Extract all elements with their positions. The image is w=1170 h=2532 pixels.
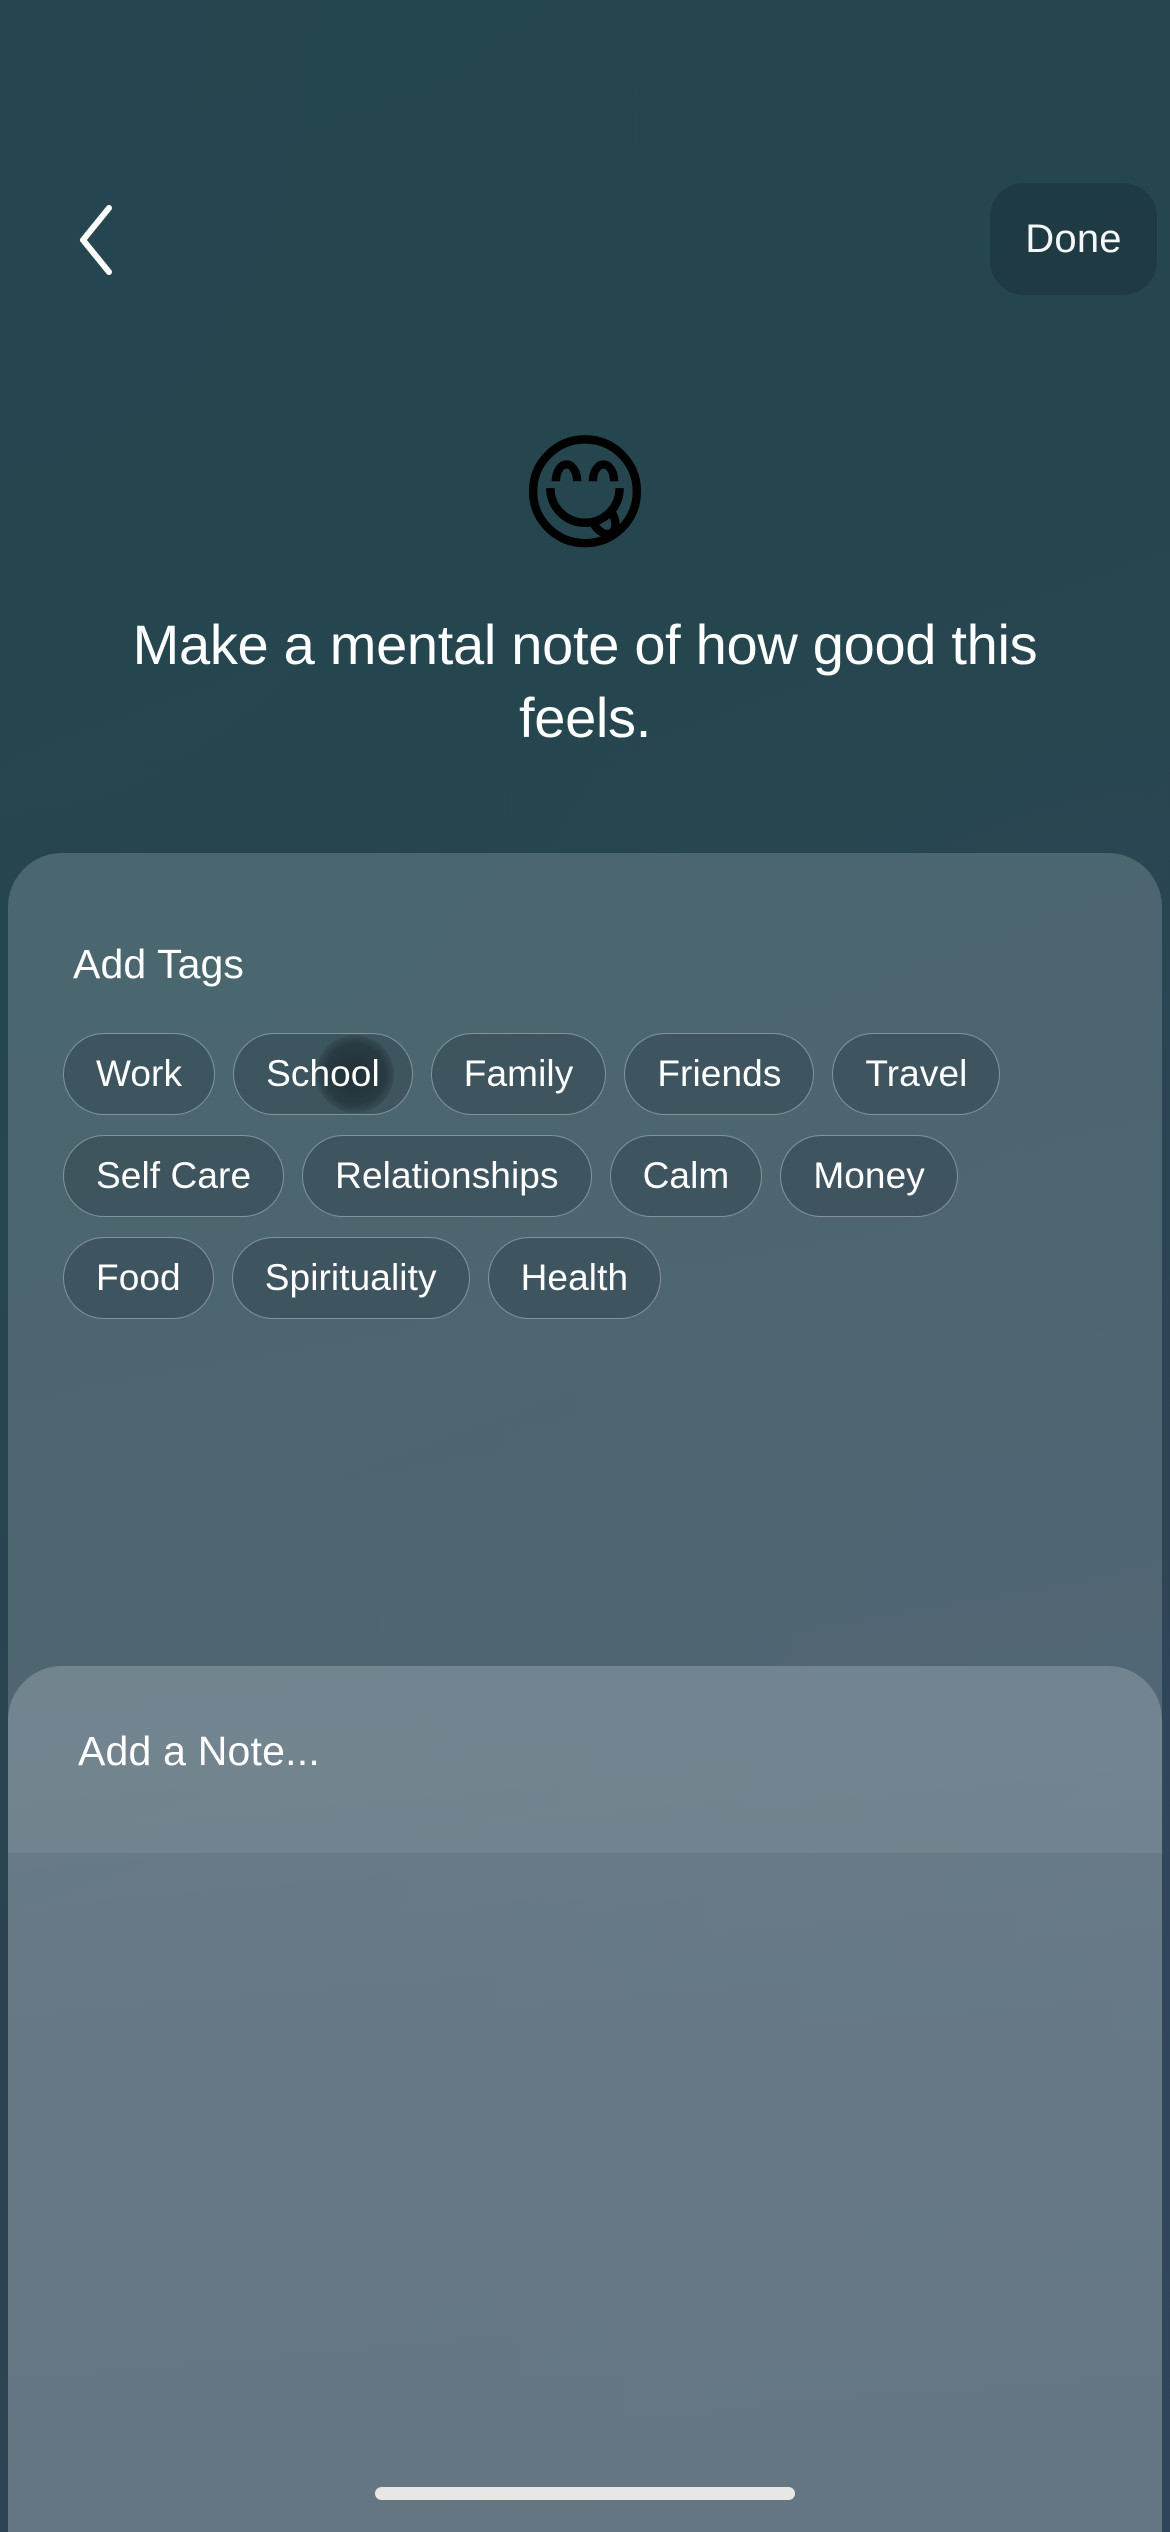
tag-chip-label: Calm: [642, 1155, 730, 1196]
done-button-label: Done: [1025, 216, 1122, 261]
face-savoring-food-emoji: 😋: [518, 420, 652, 569]
tag-chip-label: Health: [520, 1257, 629, 1298]
tag-chip-label: Spirituality: [264, 1257, 437, 1298]
tag-chip-relationships[interactable]: Relationships: [302, 1135, 592, 1217]
add-tags-heading: Add Tags: [73, 941, 245, 987]
navigation-header: Done: [0, 175, 1170, 305]
add-note-card[interactable]: Add a Note...: [8, 1666, 1162, 2532]
tag-chip-friends[interactable]: Friends: [624, 1033, 815, 1115]
chevron-left-icon: [73, 202, 117, 278]
tag-chip-food[interactable]: Food: [63, 1237, 214, 1319]
tag-chip-label: Travel: [865, 1053, 968, 1094]
tag-chip-label: Food: [96, 1257, 181, 1298]
tag-chip-money[interactable]: Money: [780, 1135, 958, 1217]
home-indicator[interactable]: [375, 2487, 795, 2500]
tag-chip-label: Self Care: [96, 1155, 252, 1196]
tag-chip-label: Family: [463, 1053, 574, 1094]
tag-chip-family[interactable]: Family: [430, 1033, 607, 1115]
back-button[interactable]: [40, 175, 150, 305]
tag-chip-health[interactable]: Health: [487, 1237, 662, 1319]
tag-chip-spirituality[interactable]: Spirituality: [231, 1237, 470, 1319]
tag-chip-work[interactable]: Work: [63, 1033, 216, 1115]
tag-chip-label: School: [266, 1053, 380, 1094]
done-button[interactable]: Done: [990, 183, 1157, 295]
tag-chip-label: Work: [96, 1053, 183, 1094]
tag-chip-label: Money: [813, 1155, 925, 1196]
mood-tagging-screen: Done 😋 Make a mental note of how good th…: [0, 0, 1170, 2532]
tag-chip-calm[interactable]: Calm: [609, 1135, 763, 1217]
tag-chip-school[interactable]: School: [233, 1033, 413, 1115]
tag-chip-list: Work School Family Friends Travel Self C…: [63, 1033, 1113, 1319]
tag-chip-label: Friends: [657, 1053, 782, 1094]
note-input-placeholder[interactable]: Add a Note...: [78, 1728, 320, 1775]
page-title: Make a mental note of how good this feel…: [132, 613, 1038, 749]
tag-chip-label: Relationships: [335, 1155, 559, 1196]
tag-chip-travel[interactable]: Travel: [832, 1033, 1001, 1115]
tag-chip-self-care[interactable]: Self Care: [63, 1135, 285, 1217]
